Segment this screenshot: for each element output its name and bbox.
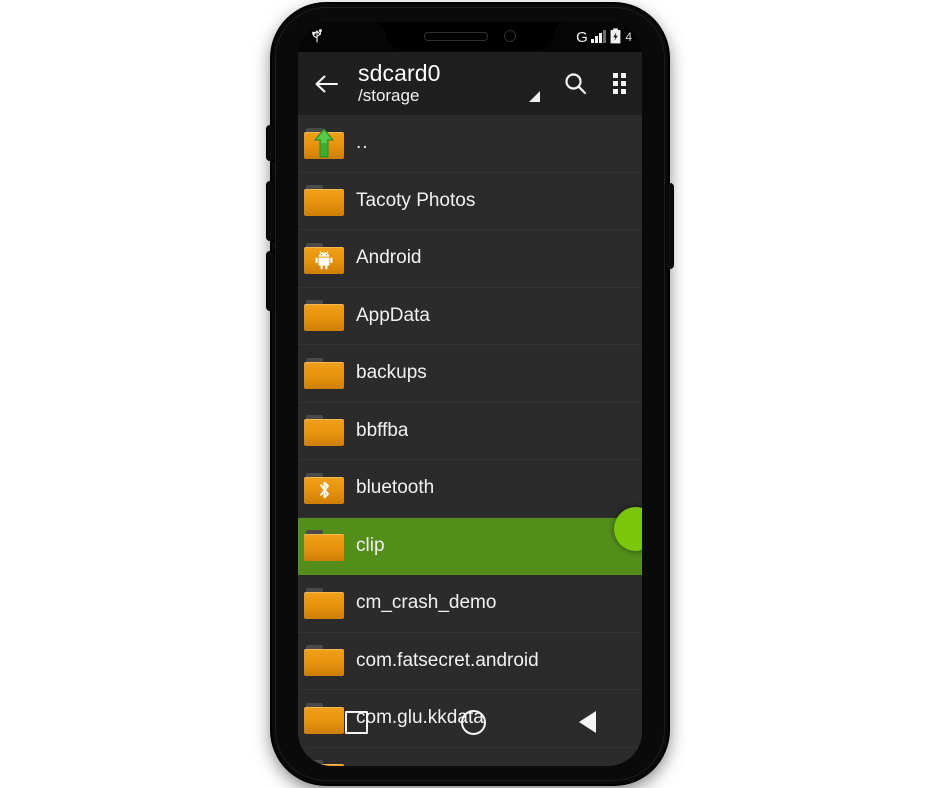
file-row[interactable]: com.qihoo.batterysaverplus bbox=[298, 747, 642, 766]
file-row[interactable]: .. bbox=[298, 115, 642, 173]
search-icon[interactable] bbox=[558, 67, 592, 101]
folder-icon bbox=[304, 415, 344, 447]
file-row-label: Tacoty Photos bbox=[356, 189, 476, 211]
file-row-label: bluetooth bbox=[356, 477, 435, 499]
status-bar: G 4 bbox=[298, 22, 642, 52]
file-row-label: bbffba bbox=[356, 419, 409, 441]
file-row[interactable]: Tacoty Photos bbox=[298, 172, 642, 230]
folder-up-icon bbox=[304, 127, 344, 159]
file-row[interactable]: cm_crash_demo bbox=[298, 575, 642, 633]
file-row[interactable]: com.fatsecret.android bbox=[298, 632, 642, 690]
folder-icon bbox=[304, 702, 344, 734]
battery-charging-icon bbox=[610, 27, 621, 47]
network-type-label: G bbox=[576, 28, 588, 46]
folder-bluetooth-icon bbox=[304, 472, 344, 504]
back-arrow-icon[interactable] bbox=[312, 70, 340, 98]
phone-frame: G 4 sdcard0 /storage .. Tacoty Photos An… bbox=[267, 4, 673, 784]
page-subtitle: /storage bbox=[358, 86, 420, 105]
usb-icon bbox=[310, 27, 324, 48]
power-button[interactable] bbox=[666, 184, 673, 268]
folder-icon bbox=[304, 357, 344, 389]
file-row-label: backups bbox=[356, 362, 427, 384]
file-row[interactable]: clip bbox=[298, 517, 642, 575]
folder-icon bbox=[304, 530, 344, 562]
file-row[interactable]: bluetooth bbox=[298, 460, 642, 518]
file-row[interactable]: Android bbox=[298, 230, 642, 288]
dropdown-caret-icon[interactable] bbox=[529, 91, 540, 102]
folder-icon bbox=[304, 587, 344, 619]
signal-bars-icon bbox=[591, 30, 607, 43]
earpiece-speaker-icon bbox=[424, 31, 488, 41]
file-list[interactable]: .. Tacoty Photos Android AppData backups bbff… bbox=[298, 115, 642, 766]
file-row[interactable]: bbffba bbox=[298, 402, 642, 460]
folder-icon bbox=[304, 760, 344, 766]
folder-icon bbox=[304, 300, 344, 332]
file-row-label: .. bbox=[356, 132, 369, 154]
phone-screen: G 4 sdcard0 /storage .. Tacoty Photos An… bbox=[298, 22, 642, 766]
display-notch bbox=[386, 22, 554, 50]
status-bar-left bbox=[310, 27, 324, 48]
file-row[interactable]: AppData bbox=[298, 287, 642, 345]
home-circle-icon[interactable] bbox=[460, 709, 486, 735]
back-triangle-icon[interactable] bbox=[578, 711, 596, 733]
file-row-label: Android bbox=[356, 247, 422, 269]
silent-switch-button[interactable] bbox=[267, 126, 274, 160]
status-clock-label: 4 bbox=[625, 30, 632, 44]
front-camera-icon bbox=[504, 30, 516, 42]
path-title-block[interactable]: sdcard0 /storage bbox=[350, 61, 548, 106]
folder-icon bbox=[304, 185, 344, 217]
file-row-label: cm_crash_demo bbox=[356, 592, 497, 614]
file-row[interactable]: backups bbox=[298, 345, 642, 403]
folder-android-icon bbox=[304, 242, 344, 274]
file-row-label: com.fatsecret.android bbox=[356, 649, 539, 671]
app-bar: sdcard0 /storage bbox=[298, 52, 642, 115]
file-row-label: clip bbox=[356, 534, 385, 556]
file-row-label: com.qihoo.batterysaverplus bbox=[356, 765, 588, 766]
volume-down-button[interactable] bbox=[267, 252, 274, 310]
recents-square-icon[interactable] bbox=[344, 710, 368, 734]
volume-up-button[interactable] bbox=[267, 182, 274, 240]
page-title: sdcard0 bbox=[358, 60, 441, 86]
file-row-label: AppData bbox=[356, 304, 430, 326]
folder-icon bbox=[304, 645, 344, 677]
status-bar-right: G 4 bbox=[576, 27, 632, 47]
grid-menu-icon[interactable] bbox=[602, 67, 636, 101]
